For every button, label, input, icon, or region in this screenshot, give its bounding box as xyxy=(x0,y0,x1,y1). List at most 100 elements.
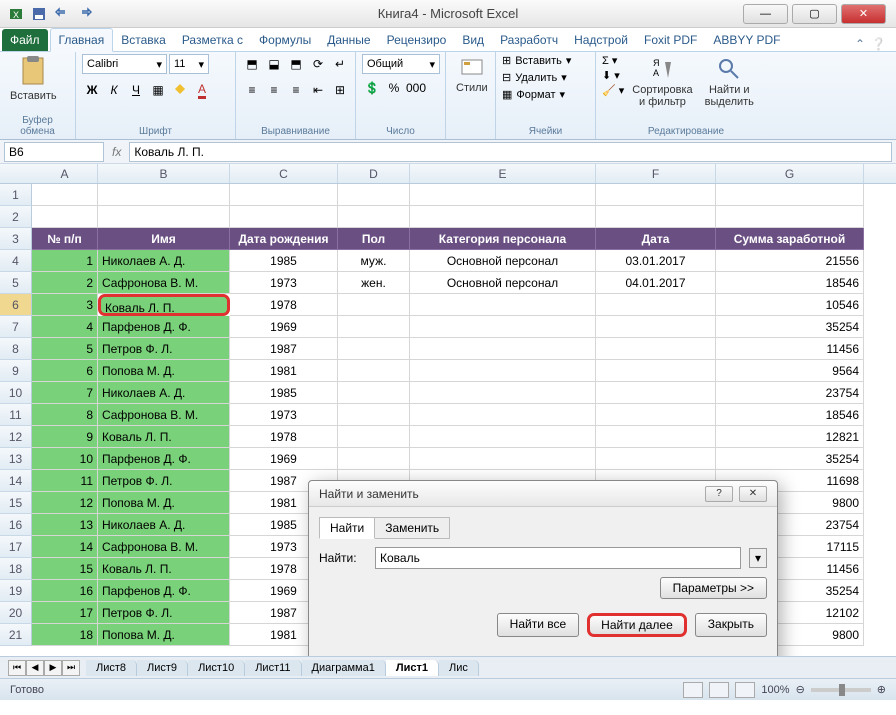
row-header[interactable]: 15 xyxy=(0,492,32,514)
data-cell[interactable] xyxy=(338,316,410,338)
save-button[interactable] xyxy=(29,4,49,24)
data-cell[interactable] xyxy=(410,316,596,338)
col-header-D[interactable]: D xyxy=(338,164,410,183)
row-header[interactable]: 4 xyxy=(0,250,32,272)
sheet-nav-prev[interactable]: ◀ xyxy=(26,660,44,676)
styles-button[interactable]: Стили xyxy=(452,54,492,96)
formula-input[interactable]: Коваль Л. П. xyxy=(129,142,892,162)
data-cell[interactable]: 23754 xyxy=(716,382,864,404)
find-select-button[interactable]: Найти и выделить xyxy=(701,54,758,110)
help-icon[interactable]: ❔ xyxy=(871,37,886,51)
data-cell[interactable]: 10546 xyxy=(716,294,864,316)
data-cell[interactable] xyxy=(338,360,410,382)
row-header[interactable]: 20 xyxy=(0,602,32,624)
row-header[interactable]: 8 xyxy=(0,338,32,360)
data-cell[interactable]: Петров Ф. Л. xyxy=(98,338,230,360)
data-cell[interactable]: Коваль Л. П. xyxy=(98,294,230,316)
data-cell[interactable] xyxy=(596,404,716,426)
data-cell[interactable] xyxy=(410,338,596,360)
autosum-button[interactable]: Σ ▾ xyxy=(602,54,624,67)
find-input[interactable] xyxy=(375,547,741,569)
align-center-button[interactable]: ≡ xyxy=(264,80,284,100)
border-button[interactable]: ▦ xyxy=(148,80,168,100)
underline-button[interactable]: Ч xyxy=(126,80,146,100)
ribbon-tab-formulas[interactable]: Формулы xyxy=(251,29,319,51)
data-cell[interactable]: 16 xyxy=(32,580,98,602)
view-normal-button[interactable] xyxy=(683,682,703,698)
row-header[interactable]: 19 xyxy=(0,580,32,602)
worksheet-grid[interactable]: ABCDEFG 123№ п/пИмяДата рожденияПолКатег… xyxy=(0,164,896,656)
wrap-text-button[interactable]: ↵ xyxy=(330,54,350,74)
data-cell[interactable]: 04.01.2017 xyxy=(596,272,716,294)
data-cell[interactable]: Сафронова В. М. xyxy=(98,272,230,294)
sheet-tab[interactable]: Лист8 xyxy=(86,660,137,676)
data-cell[interactable]: Петров Ф. Л. xyxy=(98,470,230,492)
row-header[interactable]: 12 xyxy=(0,426,32,448)
zoom-slider[interactable] xyxy=(811,688,871,692)
header-cell[interactable]: Дата xyxy=(596,228,716,250)
data-cell[interactable] xyxy=(596,426,716,448)
data-cell[interactable]: 8 xyxy=(32,404,98,426)
sheet-tab[interactable]: Лис xyxy=(439,660,479,676)
ribbon-tab-review[interactable]: Рецензиро xyxy=(379,29,455,51)
data-cell[interactable]: Основной персонал xyxy=(410,272,596,294)
sheet-tab[interactable]: Диаграмма1 xyxy=(302,660,386,676)
row-header[interactable]: 13 xyxy=(0,448,32,470)
data-cell[interactable]: Петров Ф. Л. xyxy=(98,602,230,624)
ribbon-tab-insert[interactable]: Вставка xyxy=(113,29,174,51)
cell[interactable] xyxy=(596,206,716,228)
align-right-button[interactable]: ≡ xyxy=(286,80,306,100)
cell[interactable] xyxy=(98,184,230,206)
row-header[interactable]: 6 xyxy=(0,294,32,316)
ribbon-tab-home[interactable]: Главная xyxy=(50,28,114,52)
data-cell[interactable]: 18546 xyxy=(716,404,864,426)
row-header[interactable]: 10 xyxy=(0,382,32,404)
dialog-tab-find[interactable]: Найти xyxy=(319,517,375,539)
data-cell[interactable] xyxy=(410,382,596,404)
row-header[interactable]: 1 xyxy=(0,184,32,206)
row-header[interactable]: 11 xyxy=(0,404,32,426)
font-size-combo[interactable]: 11▾ xyxy=(169,54,209,74)
col-header-B[interactable]: B xyxy=(98,164,230,183)
row-header[interactable]: 18 xyxy=(0,558,32,580)
ribbon-tab-abbyy[interactable]: ABBYY PDF xyxy=(705,29,788,51)
redo-button[interactable] xyxy=(75,4,95,24)
data-cell[interactable]: 14 xyxy=(32,536,98,558)
data-cell[interactable] xyxy=(410,448,596,470)
maximize-button[interactable]: ▢ xyxy=(792,4,837,24)
find-all-button[interactable]: Найти все xyxy=(497,613,580,637)
data-cell[interactable]: 1987 xyxy=(230,338,338,360)
header-cell[interactable]: Имя xyxy=(98,228,230,250)
data-cell[interactable] xyxy=(410,426,596,448)
fill-color-button[interactable] xyxy=(170,80,190,100)
cell[interactable] xyxy=(230,184,338,206)
data-cell[interactable]: Коваль Л. П. xyxy=(98,426,230,448)
sheet-nav-last[interactable]: ⏭ xyxy=(62,660,80,676)
data-cell[interactable]: Парфенов Д. Ф. xyxy=(98,448,230,470)
font-name-combo[interactable]: Calibri▾ xyxy=(82,54,167,74)
delete-cells-button[interactable]: ⊟Удалить ▾ xyxy=(502,71,567,84)
col-header-A[interactable]: A xyxy=(32,164,98,183)
data-cell[interactable]: 1985 xyxy=(230,382,338,404)
data-cell[interactable]: Николаев А. Д. xyxy=(98,382,230,404)
insert-cells-button[interactable]: ⊞Вставить ▾ xyxy=(502,54,571,67)
data-cell[interactable]: 5 xyxy=(32,338,98,360)
comma-button[interactable]: 000 xyxy=(406,78,426,98)
cell[interactable] xyxy=(716,206,864,228)
fill-button[interactable]: ⬇ ▾ xyxy=(602,69,624,82)
col-header-C[interactable]: C xyxy=(230,164,338,183)
data-cell[interactable]: 12821 xyxy=(716,426,864,448)
header-cell[interactable]: Пол xyxy=(338,228,410,250)
number-format-combo[interactable]: Общий▾ xyxy=(362,54,440,74)
name-box[interactable]: B6 xyxy=(4,142,104,162)
data-cell[interactable]: 9564 xyxy=(716,360,864,382)
row-header[interactable]: 16 xyxy=(0,514,32,536)
data-cell[interactable] xyxy=(596,316,716,338)
header-cell[interactable]: Сумма заработной xyxy=(716,228,864,250)
merge-button[interactable]: ⊞ xyxy=(330,80,350,100)
data-cell[interactable]: муж. xyxy=(338,250,410,272)
format-cells-button[interactable]: ▦Формат ▾ xyxy=(502,88,565,101)
data-cell[interactable]: Попова М. Д. xyxy=(98,624,230,646)
data-cell[interactable]: 1973 xyxy=(230,404,338,426)
cell[interactable] xyxy=(596,184,716,206)
